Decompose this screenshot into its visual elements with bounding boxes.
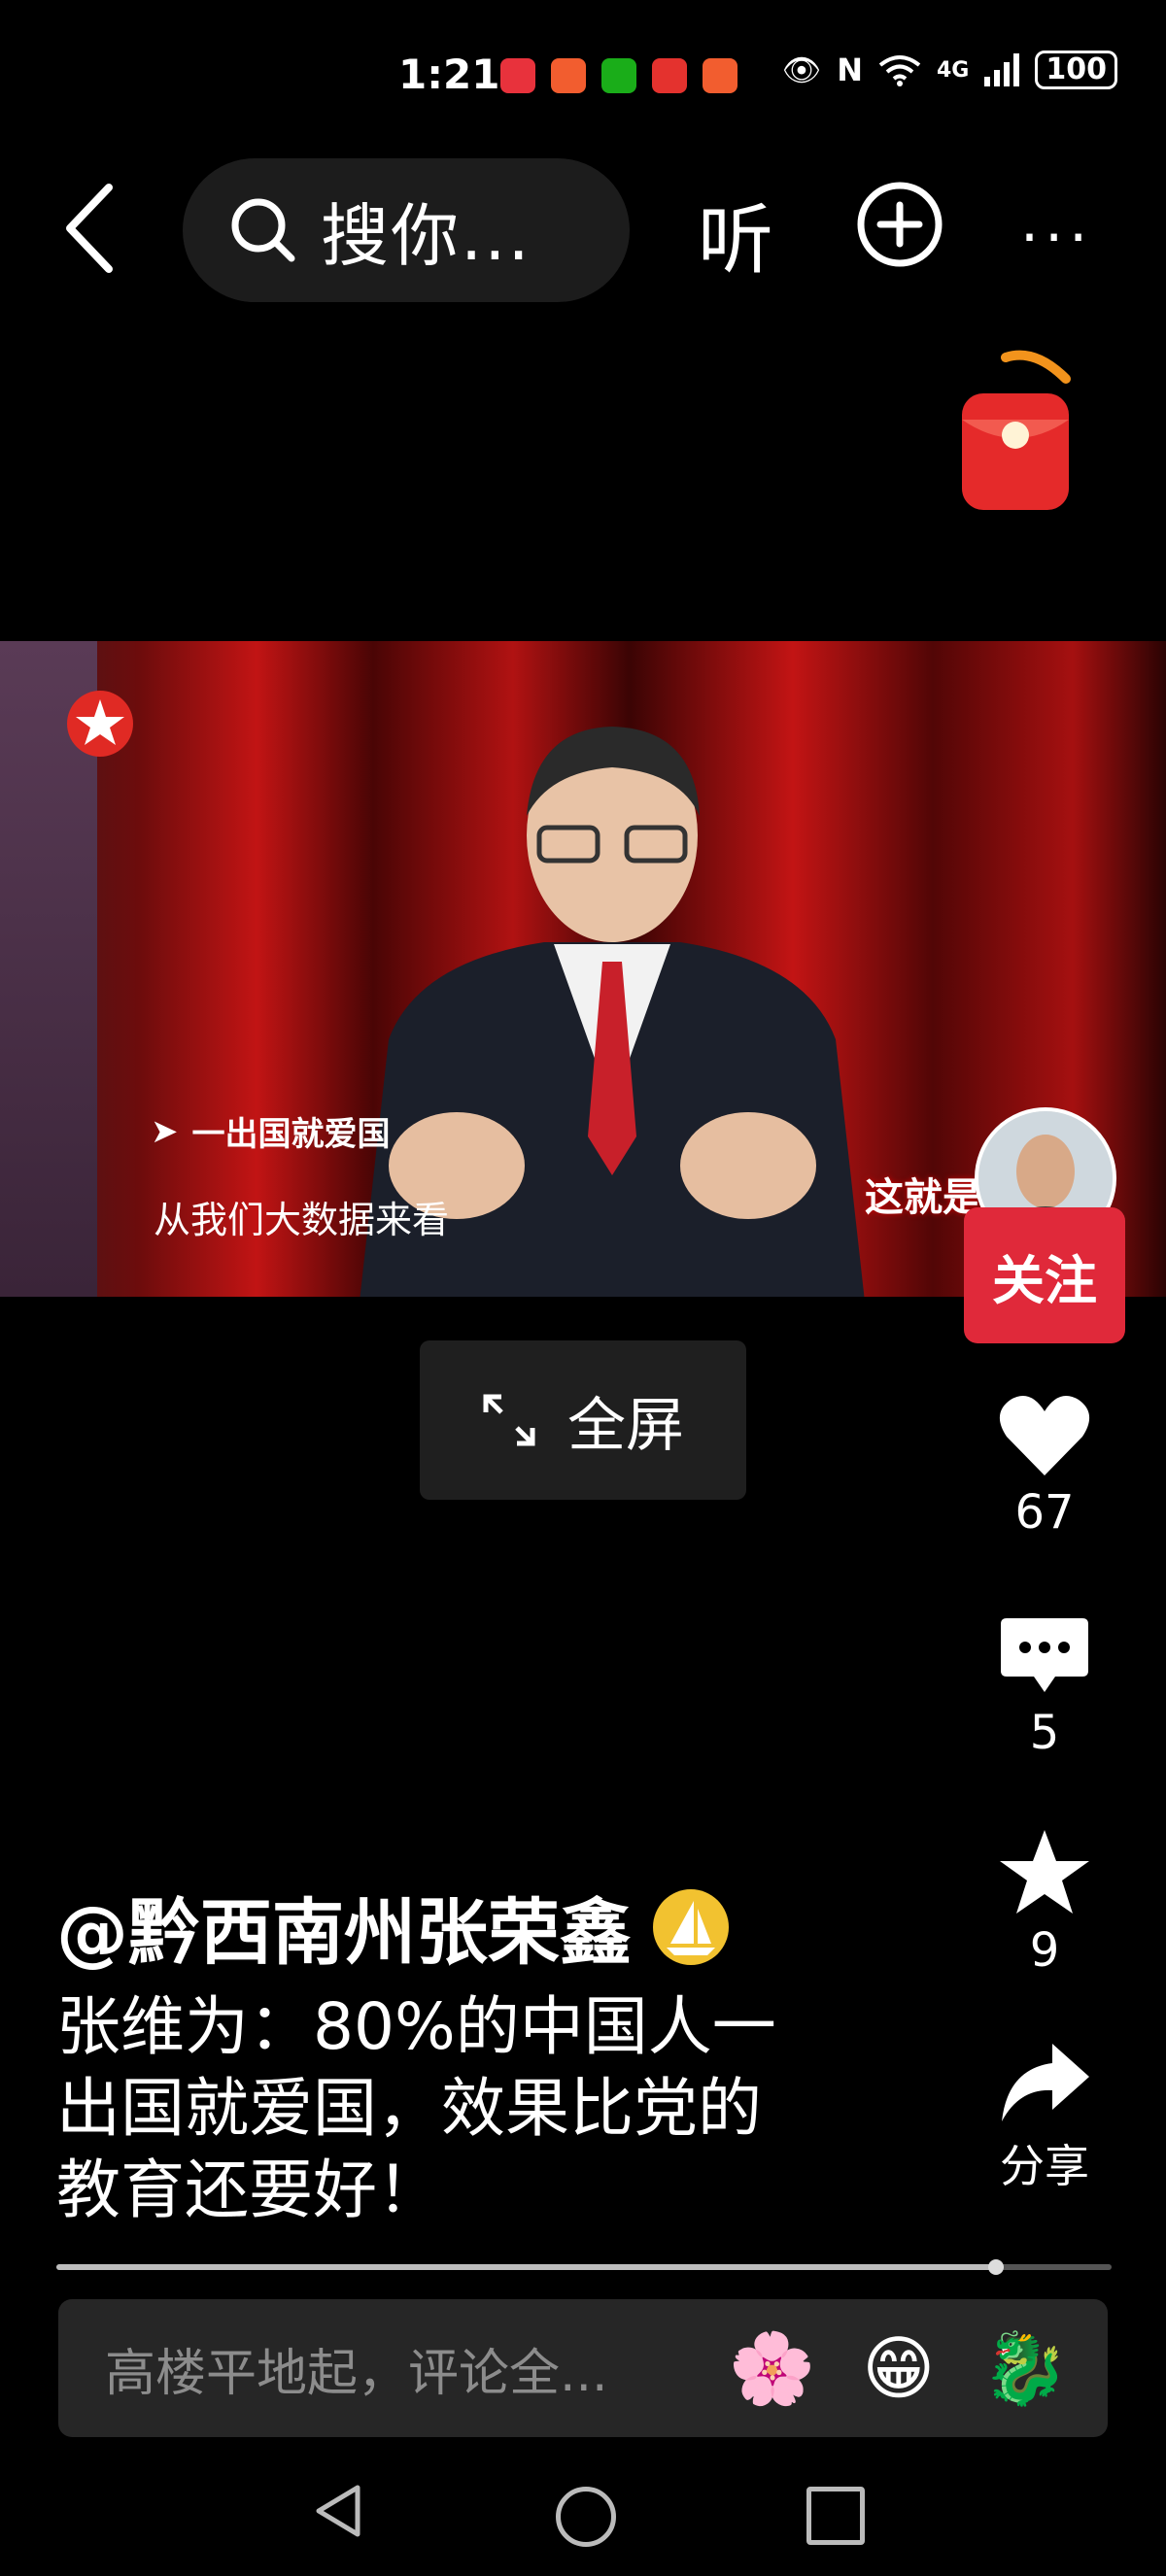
fullscreen-label: 全屏 (567, 1391, 684, 1460)
eye-icon: 👁 (781, 51, 822, 88)
comment-count: 5 (1029, 1706, 1060, 1760)
favorite-count: 9 (1029, 1923, 1060, 1978)
huawei-app-icon (500, 58, 535, 93)
author-name[interactable]: @黔西南州张荣鑫 (56, 1875, 731, 1979)
more-button[interactable]: ··· (1020, 204, 1093, 272)
play-arrow-icon: ➤ (151, 1111, 179, 1151)
star-icon (1000, 1830, 1089, 1914)
wechat-icon (601, 58, 636, 93)
listen-button[interactable]: 听 (698, 180, 773, 288)
share-label: 分享 (1000, 2140, 1089, 2192)
like-button[interactable]: 67 (967, 1394, 1122, 1540)
progress-fill (56, 2264, 996, 2270)
comment-input-bar[interactable]: 高楼平地起，评论全... 🌸 😁 🐉 (58, 2299, 1108, 2437)
video-app-icon (703, 58, 737, 93)
author-handle: @黔西南州张荣鑫 (56, 1891, 632, 1975)
game-app-icon (551, 58, 586, 93)
signal-icon (984, 53, 1020, 86)
grin-emoji-icon[interactable]: 😁 (862, 2327, 935, 2409)
fullscreen-button[interactable]: 全屏 (420, 1340, 746, 1500)
search-text: 搜你... (321, 195, 532, 276)
comment-button[interactable]: 5 (967, 1614, 1122, 1760)
description-line: 出国就爱国，效果比党的 (56, 2071, 762, 2146)
comment-icon (1001, 1618, 1088, 1692)
favorite-button[interactable]: 9 (967, 1826, 1122, 1978)
expand-icon (483, 1394, 535, 1446)
show-watermark: 这就是 (865, 1175, 981, 1220)
status-time: 1:21 (398, 51, 500, 98)
description-line: 教育还要好！ (56, 2152, 441, 2227)
back-icon[interactable] (58, 180, 126, 277)
nav-recent-apps-icon[interactable] (806, 2487, 865, 2545)
search-icon (231, 198, 295, 262)
nfc-icon: N (837, 51, 863, 88)
search-box[interactable]: 搜你... (183, 158, 630, 302)
channel-logo-icon (67, 691, 133, 757)
post-description[interactable]: 张维为：80%的中国人一 出国就爱国，效果比党的 教育还要好！ (56, 1986, 853, 2231)
share-icon (1002, 2044, 1089, 2121)
heart-icon (999, 1396, 1090, 1475)
video-caption: 从我们大数据来看 (154, 1199, 450, 1241)
wifi-icon (878, 55, 921, 86)
comment-placeholder[interactable]: 高楼平地起，评论全... (105, 2332, 682, 2405)
battery-indicator: 100 (1035, 51, 1117, 89)
like-count: 67 (1014, 1485, 1075, 1540)
flower-emoji-icon[interactable]: 🌸 (729, 2327, 816, 2410)
toutiao-icon (652, 58, 687, 93)
share-button[interactable]: 分享 (967, 2040, 1122, 2195)
red-envelope-icon[interactable] (957, 350, 1074, 515)
follow-button[interactable]: 关注 (964, 1207, 1125, 1343)
nav-home-icon[interactable] (556, 2487, 616, 2547)
verified-badge-icon (653, 1888, 729, 1965)
topic-tag-text: 一出国就爱国 (191, 1115, 391, 1154)
video-progress-bar[interactable] (56, 2259, 1112, 2275)
nav-back-icon[interactable] (311, 2482, 365, 2540)
progress-knob[interactable] (987, 2259, 1004, 2275)
description-line: 张维为：80%的中国人一 (56, 1989, 776, 2064)
network-type: 4G (937, 57, 970, 83)
topic-tag: ➤ 一出国就爱国 (151, 1107, 391, 1155)
status-indicators: 👁 N 4G 100 (782, 51, 1117, 89)
add-icon[interactable] (855, 180, 944, 269)
dragon-emoji-icon[interactable]: 🐉 (981, 2327, 1069, 2410)
